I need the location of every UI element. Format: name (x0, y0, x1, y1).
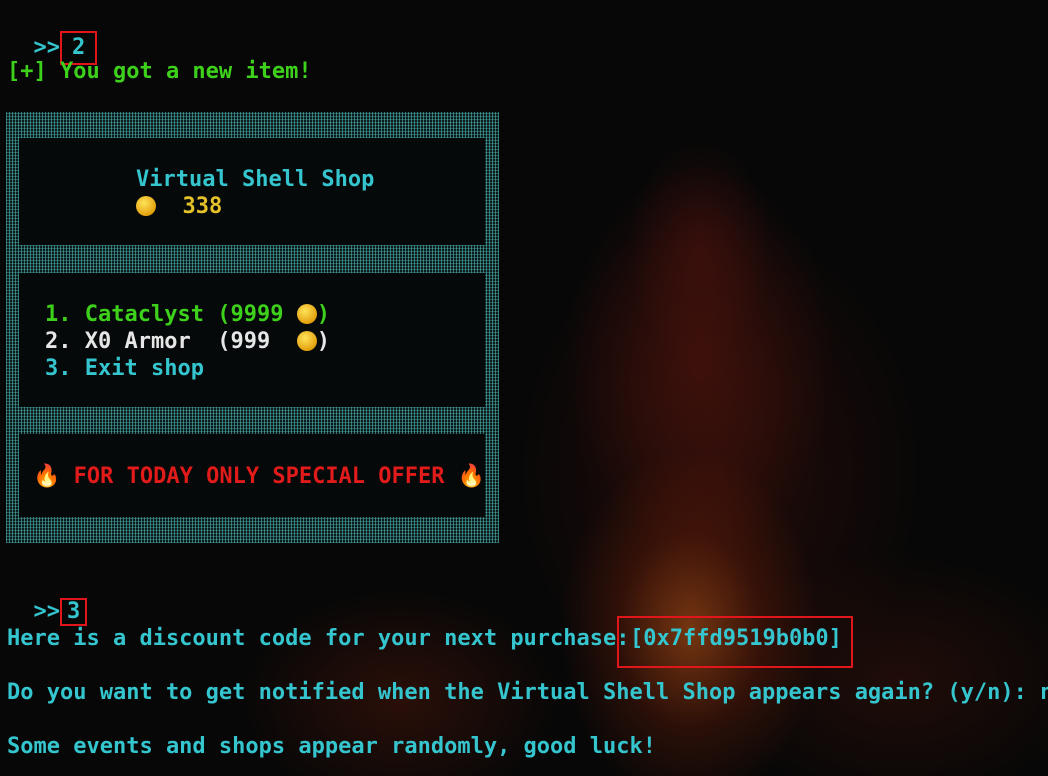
user-input: 2 (72, 35, 86, 60)
notify-question: Do you want to get notified when the Vir… (7, 680, 1048, 705)
special-offer-text: FOR TODAY ONLY SPECIAL OFFER (73, 464, 445, 489)
menu-item-number: 3. (45, 356, 72, 381)
menu-item-exit-shop[interactable]: 3. Exit shop (45, 356, 204, 382)
coin-icon (136, 196, 156, 216)
user-input: 3 (67, 599, 81, 624)
coin-icon (296, 304, 317, 324)
discount-code: [0x7ffd9519b0b0] (630, 626, 842, 651)
menu-item-price-close: ) (316, 302, 330, 327)
prompt-line-2: >> 3 (7, 572, 88, 626)
menu-item-cataclyst[interactable]: 1. Cataclyst (9999 ) (45, 302, 330, 328)
prompt-symbol: >> (33, 599, 61, 624)
menu-item-number: 2. (45, 329, 72, 354)
discount-label: Here is a discount code for your next pu… (7, 626, 643, 651)
menu-item-number: 1. (45, 302, 72, 327)
new-item-message: [+] You got a new item! (7, 59, 312, 84)
coin-balance: 338 (136, 194, 222, 220)
menu-item-name: Cataclyst (84, 302, 204, 327)
shop-title: Virtual Shell Shop (136, 167, 375, 192)
menu-item-name: Exit shop (84, 356, 204, 381)
user-input-highlight: 3 (60, 598, 88, 626)
menu-item-price: (999 (203, 329, 297, 354)
prompt-line-1: >> 2 (7, 5, 98, 65)
menu-item-price-close: ) (316, 329, 330, 354)
fire-icon: 🔥 (33, 464, 61, 489)
coin-amount: 338 (182, 194, 223, 219)
discount-line: Here is a discount code for your next pu… (7, 626, 643, 652)
random-events-message: Some events and shops appear randomly, g… (7, 734, 657, 759)
coin-icon (296, 331, 317, 351)
menu-item-name: X0 Armor (84, 329, 204, 354)
menu-item-x0-armor[interactable]: 2. X0 Armor (999 ) (45, 329, 330, 355)
fire-icon: 🔥 (457, 464, 486, 489)
prompt-symbol: >> (33, 35, 61, 60)
special-offer-banner: 🔥 FOR TODAY ONLY SPECIAL OFFER 🔥 (33, 464, 485, 490)
menu-item-price: (9999 (217, 302, 297, 327)
